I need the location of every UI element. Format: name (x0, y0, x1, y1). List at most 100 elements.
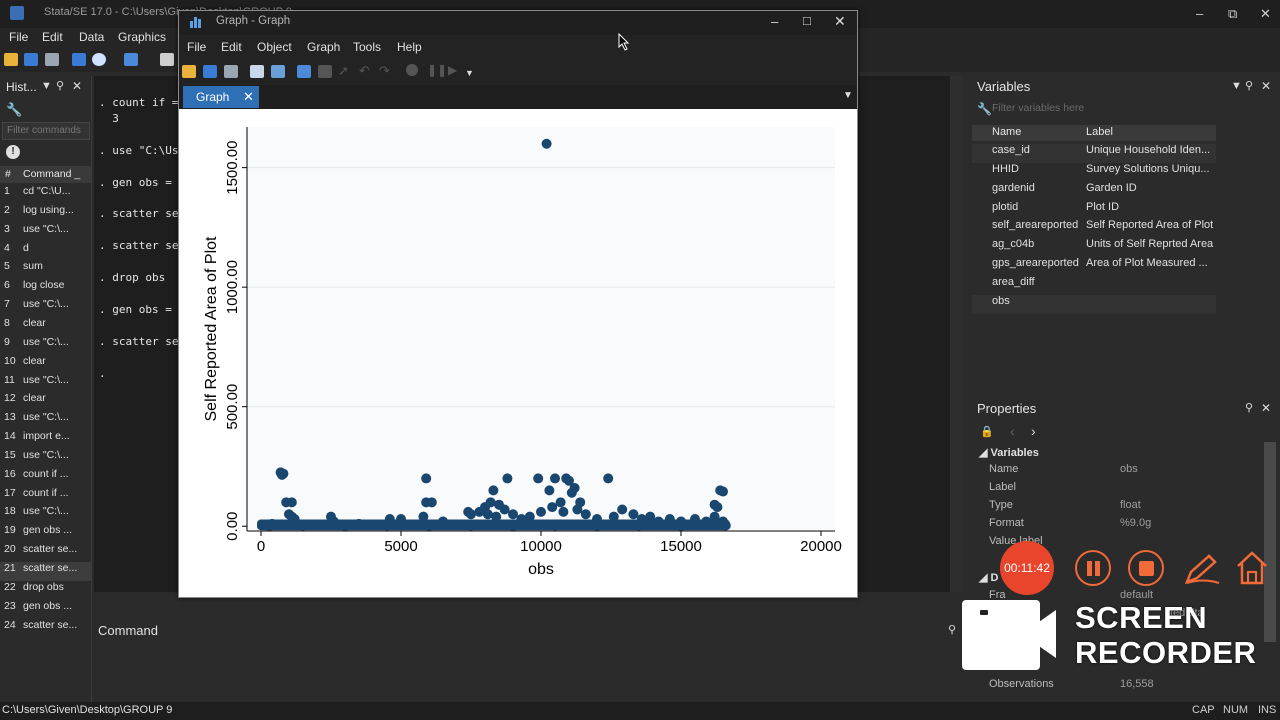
history-item[interactable]: 24 scatter se... (0, 619, 92, 638)
history-item[interactable]: 22 drop obs (0, 581, 92, 600)
graph-menu-help[interactable]: Help (397, 40, 422, 54)
properties-data-section[interactable]: ◢ D (979, 571, 998, 584)
graph-tab-close-icon[interactable]: ✕ (243, 89, 254, 105)
history-col-num[interactable]: # (5, 168, 11, 180)
graph-recorder-icon[interactable] (318, 65, 332, 78)
graph-toolbar-dropdown-icon[interactable]: ▼ (465, 68, 474, 78)
restore-icon[interactable]: ⧉ (1228, 6, 1237, 22)
graph-undo-icon[interactable]: ↶ (359, 63, 370, 79)
property-row[interactable]: Format %9.0g (989, 517, 1269, 535)
history-item[interactable]: 16 count if ... (0, 468, 92, 487)
history-item[interactable]: 12 clear (0, 392, 92, 411)
back-icon[interactable]: ‹ (1010, 423, 1015, 439)
lock-icon[interactable]: 🔒 (980, 425, 994, 438)
command-pin-icon[interactable]: ⚲ (948, 623, 956, 636)
do-file-editor-icon[interactable] (160, 53, 174, 66)
graph-menu-file[interactable]: File (187, 40, 206, 54)
history-item[interactable]: 13 use "C:\... (0, 411, 92, 430)
graph-play-icon[interactable]: ▶ (448, 63, 457, 77)
forward-icon[interactable]: › (1031, 423, 1036, 439)
graph-menu-object[interactable]: Object (257, 40, 292, 54)
graph-copy-icon[interactable] (250, 65, 264, 78)
history-item[interactable]: 10 clear (0, 355, 92, 374)
graph-save-icon[interactable] (203, 65, 217, 78)
history-item[interactable]: 18 use "C:\... (0, 505, 92, 524)
variables-pin-icon[interactable]: ⚲ (1245, 79, 1253, 92)
history-item[interactable]: 14 import e... (0, 430, 92, 449)
minimize-icon[interactable]: – (1196, 6, 1203, 21)
properties-variables-section[interactable]: ◢ Variables (979, 446, 1039, 459)
variable-row[interactable]: ag_c04b Units of Self Reprted Area (972, 238, 1216, 257)
open-icon[interactable] (4, 53, 18, 66)
variables-filter-input[interactable]: Filter variables here (992, 102, 1212, 118)
property-row[interactable]: Type float (989, 499, 1269, 517)
command-panel[interactable] (94, 620, 964, 702)
log-icon[interactable] (72, 53, 86, 66)
history-item[interactable]: 17 count if ... (0, 487, 92, 506)
recorder-home-icon[interactable] (1235, 550, 1269, 586)
history-item[interactable]: 20 scatter se... (0, 543, 92, 562)
wrench-icon[interactable]: 🔧 (6, 102, 22, 118)
graph-menu-tools[interactable]: Tools (353, 40, 381, 54)
history-item[interactable]: 4d (0, 242, 92, 261)
history-item[interactable]: 7 use "C:\... (0, 298, 92, 317)
recorder-pause-button[interactable] (1075, 550, 1111, 586)
variables-filter-icon[interactable]: ▼ (1231, 80, 1242, 92)
recorder-stop-button[interactable] (1128, 550, 1164, 586)
graph-maximize-icon[interactable]: □ (803, 13, 811, 28)
properties-scrollbar[interactable] (1264, 442, 1276, 642)
history-item[interactable]: 11 use "C:\... (0, 374, 92, 393)
menu-data[interactable]: Data (79, 30, 104, 44)
graph-rename-icon[interactable] (271, 65, 285, 78)
variable-row[interactable]: gardenid Garden ID (972, 182, 1216, 201)
history-item[interactable]: 6 log close (0, 279, 92, 298)
close-icon[interactable]: ✕ (1260, 6, 1271, 22)
history-filter-input[interactable]: Filter commands (2, 122, 90, 140)
save-icon[interactable] (24, 53, 38, 66)
history-item[interactable]: 3 use "C:\... (0, 223, 92, 242)
history-item[interactable]: 19 gen obs ... (0, 524, 92, 543)
graph-open-icon[interactable] (182, 65, 196, 78)
variable-row[interactable]: obs (972, 294, 1216, 314)
graph-redo-icon[interactable]: ↷ (379, 63, 390, 79)
property-row[interactable]: Label (989, 481, 1269, 499)
history-close-icon[interactable]: ✕ (72, 79, 82, 93)
pin-icon[interactable]: ⚲ (56, 79, 64, 92)
graph-tab-menu-icon[interactable]: ▼ (843, 90, 853, 101)
graph-pointer-icon[interactable]: ➚ (338, 63, 349, 79)
variable-row[interactable]: self_areareported Self Reported Area of P… (972, 219, 1216, 238)
properties-close-icon[interactable]: ✕ (1261, 401, 1271, 415)
history-item[interactable]: 9 use "C:\... (0, 336, 92, 355)
menu-file[interactable]: File (9, 30, 28, 44)
graph-close-icon[interactable]: ✕ (834, 13, 846, 30)
variables-close-icon[interactable]: ✕ (1261, 79, 1271, 93)
variables-col-name[interactable]: Name (992, 126, 1021, 138)
menu-edit[interactable]: Edit (42, 30, 63, 44)
history-item[interactable]: 21 scatter se... (0, 562, 92, 581)
history-col-command[interactable]: Command _ (23, 168, 80, 180)
history-item[interactable]: 15 use "C:\... (0, 449, 92, 468)
graph-minimize-icon[interactable]: – (771, 14, 778, 29)
results-scrollbar[interactable] (950, 76, 962, 592)
print-icon[interactable] (45, 53, 59, 66)
history-item[interactable]: 8 clear (0, 317, 92, 336)
filter-icon[interactable]: ▼ (41, 80, 52, 92)
variable-row[interactable]: area_diff (972, 276, 1216, 295)
graph-menu-graph[interactable]: Graph (307, 40, 340, 54)
history-item[interactable]: 5 sum (0, 260, 92, 279)
variables-col-label[interactable]: Label (1086, 126, 1113, 138)
variables-wrench-icon[interactable]: 🔧 (977, 102, 992, 116)
properties-pin-icon[interactable]: ⚲ (1245, 401, 1253, 414)
history-item[interactable]: 23 gen obs ... (0, 600, 92, 619)
graph-menu-edit[interactable]: Edit (221, 40, 242, 54)
variable-row[interactable]: HHID Survey Solutions Uniqu... (972, 163, 1216, 182)
graph-icon[interactable] (124, 53, 138, 66)
variable-row[interactable]: gps_areareported Area of Plot Measured ..… (972, 257, 1216, 276)
history-item[interactable]: 2 log using... (0, 204, 92, 223)
history-item[interactable]: 1 cd "C:\U... (0, 185, 92, 204)
recorder-draw-icon[interactable] (1183, 552, 1223, 586)
property-row[interactable]: Name obs (989, 463, 1269, 481)
variable-row[interactable]: case_id Unique Household Iden... (972, 144, 1216, 163)
graph-pause-icon[interactable]: ❚❚ (427, 63, 447, 77)
viewer-icon[interactable] (92, 53, 106, 66)
